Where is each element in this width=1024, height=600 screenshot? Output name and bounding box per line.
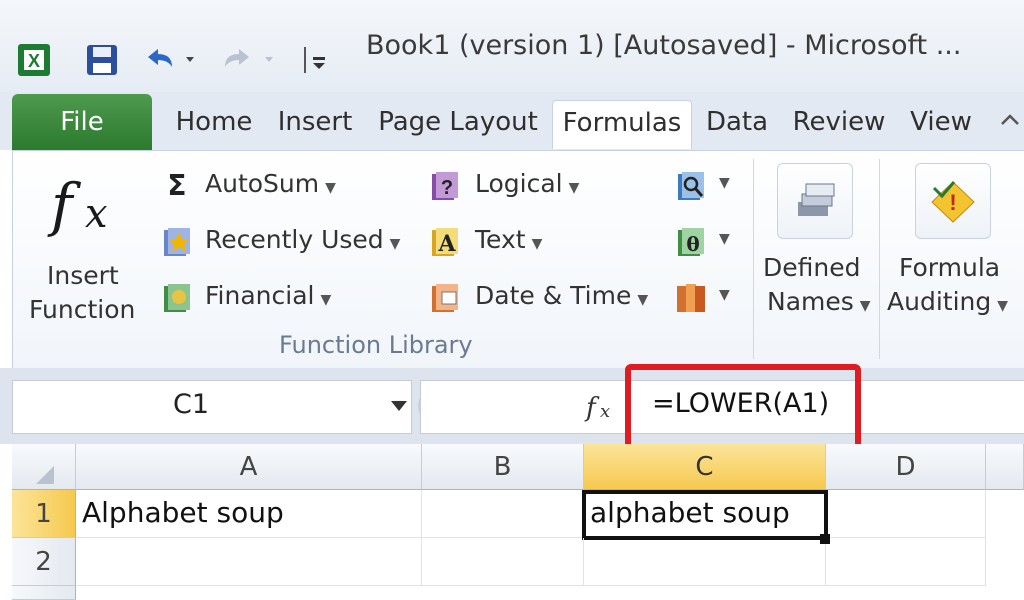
tab-file[interactable]: File xyxy=(12,94,152,150)
logical-button[interactable]: ? Logical ▼ xyxy=(427,167,607,207)
tab-home[interactable]: Home xyxy=(166,100,262,148)
ribbon-formulas: fx Insert Function Σ AutoSum ▼ Recently U… xyxy=(12,150,1024,370)
cell-c1[interactable]: alphabet soup xyxy=(582,490,828,540)
lookup-book-icon xyxy=(673,167,709,203)
date-time-label: Date & Time ▼ xyxy=(475,281,649,310)
undo-icon[interactable] xyxy=(138,38,202,82)
formula-highlight-box xyxy=(625,364,861,450)
defined-names-label-2: Names ▼ xyxy=(767,287,871,316)
star-book-icon xyxy=(159,223,195,259)
row-header-3[interactable] xyxy=(12,586,76,600)
text-label: Text ▼ xyxy=(475,225,543,254)
svg-text:X: X xyxy=(28,51,40,71)
svg-text:θ: θ xyxy=(686,232,699,256)
date-time-book-icon xyxy=(427,279,463,315)
defined-names-icon xyxy=(777,163,853,239)
svg-text:?: ? xyxy=(441,177,453,199)
math-trig-button[interactable]: θ ▼ xyxy=(673,223,733,263)
ribbon-tabs: File Home Insert Page Layout Formulas Da… xyxy=(0,92,1024,150)
text-book-icon: A xyxy=(427,223,463,259)
column-header-e[interactable] xyxy=(986,444,1024,490)
autosum-label: AutoSum ▼ xyxy=(205,169,336,198)
name-box-dropdown-icon[interactable] xyxy=(391,401,407,411)
cell-c2[interactable] xyxy=(584,538,826,586)
title-bar: X Book1 (version 1) [Autosaved] - Micros… xyxy=(0,0,1024,92)
function-library-group-label: Function Library xyxy=(279,331,473,359)
formula-auditing-icon: ! xyxy=(915,163,991,239)
svg-text:A: A xyxy=(437,231,456,257)
name-box[interactable]: C1 xyxy=(12,380,412,434)
lookup-reference-button[interactable]: ▼ xyxy=(673,167,733,207)
column-header-d[interactable]: D xyxy=(826,444,986,490)
financial-button[interactable]: Financial ▼ xyxy=(157,279,419,319)
svg-text:x: x xyxy=(600,401,610,422)
select-all-corner[interactable] xyxy=(12,444,76,490)
formula-auditing-label-2: Auditing ▼ xyxy=(887,287,1009,316)
group-separator xyxy=(753,159,754,359)
fx-insert-icon[interactable]: fx xyxy=(584,386,618,426)
text-button[interactable]: A Text ▼ xyxy=(427,223,607,263)
customize-quick-access-icon[interactable] xyxy=(296,38,336,82)
tab-review[interactable]: Review xyxy=(784,100,894,148)
cell-b2[interactable] xyxy=(422,538,584,586)
recently-used-label: Recently Used ▼ xyxy=(205,225,401,254)
cell-b1[interactable] xyxy=(422,490,584,538)
dropdown-arrow-icon: ▼ xyxy=(719,231,730,247)
autosum-button[interactable]: Σ AutoSum ▼ xyxy=(157,167,419,207)
defined-names-label-1: Defined xyxy=(763,253,861,282)
dropdown-arrow-icon: ▼ xyxy=(719,175,730,191)
cell-a2[interactable] xyxy=(76,538,422,586)
insert-function-label-1: Insert xyxy=(47,261,119,290)
window-title: Book1 (version 1) [Autosaved] - Microsof… xyxy=(366,30,962,61)
name-box-value: C1 xyxy=(173,389,210,420)
column-header-b[interactable]: B xyxy=(422,444,584,490)
date-time-button[interactable]: Date & Time ▼ xyxy=(427,279,677,319)
tab-view[interactable]: View xyxy=(900,100,982,148)
svg-text:x: x xyxy=(85,191,108,237)
logical-label: Logical ▼ xyxy=(475,169,580,198)
financial-book-icon xyxy=(159,279,195,315)
cell-d1[interactable] xyxy=(826,490,986,538)
fx-icon: fx xyxy=(47,169,127,252)
logical-book-icon: ? xyxy=(427,167,463,203)
dropdown-arrow-icon: ▼ xyxy=(719,287,730,303)
cell-a1[interactable]: Alphabet soup xyxy=(76,490,422,538)
formula-bar: C1 fx xyxy=(0,368,1024,444)
financial-label: Financial ▼ xyxy=(205,281,332,310)
math-trig-book-icon: θ xyxy=(673,223,709,259)
fill-handle[interactable] xyxy=(820,534,830,544)
more-functions-book-icon xyxy=(673,279,709,315)
insert-function-label-2: Function xyxy=(29,295,136,324)
worksheet-grid: A B C D 1 2 Alphabet soup alphabet soup xyxy=(0,444,1024,600)
save-icon[interactable] xyxy=(80,38,124,82)
formula-auditing-label-1: Formula xyxy=(899,253,1001,282)
excel-logo-icon[interactable]: X xyxy=(12,38,56,82)
svg-text:f: f xyxy=(47,171,82,239)
group-separator xyxy=(879,159,880,359)
redo-icon[interactable] xyxy=(216,38,286,82)
tab-insert[interactable]: Insert xyxy=(270,100,360,148)
recently-used-button[interactable]: Recently Used ▼ xyxy=(157,223,419,263)
cell-d2[interactable] xyxy=(826,538,986,586)
minimize-ribbon-icon[interactable] xyxy=(996,100,1024,148)
tab-page-layout[interactable]: Page Layout xyxy=(372,100,544,148)
formula-auditing-button[interactable]: ! Formula Auditing ▼ xyxy=(885,159,1024,349)
tab-data[interactable]: Data xyxy=(698,100,776,148)
svg-text:!: ! xyxy=(949,190,956,215)
defined-names-button[interactable]: Defined Names ▼ xyxy=(759,159,875,349)
row-header-2[interactable]: 2 xyxy=(12,538,76,586)
insert-function-button[interactable]: fx Insert Function xyxy=(17,159,153,329)
sigma-icon: Σ xyxy=(167,168,187,202)
row-header-1[interactable]: 1 xyxy=(12,490,76,538)
more-functions-button[interactable]: ▼ xyxy=(673,279,733,319)
column-header-a[interactable]: A xyxy=(76,444,422,490)
svg-text:f: f xyxy=(584,393,600,423)
column-header-c[interactable]: C xyxy=(584,444,826,490)
tab-formulas[interactable]: Formulas xyxy=(552,100,692,149)
